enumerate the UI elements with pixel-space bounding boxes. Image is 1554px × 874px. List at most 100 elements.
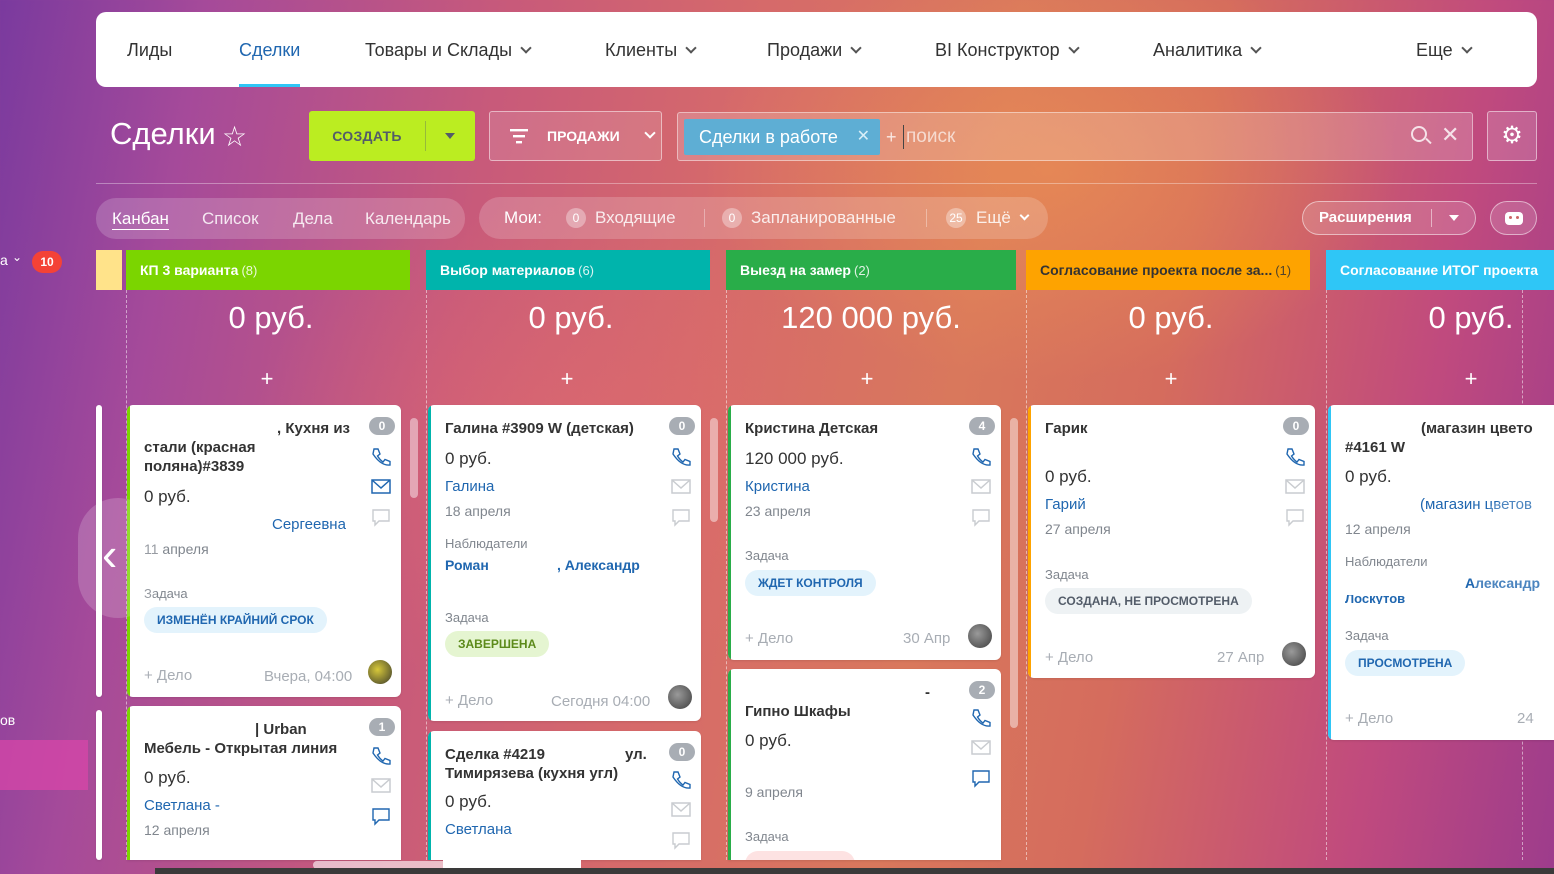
- nav-item-leads[interactable]: Лиды: [127, 12, 172, 87]
- chevron-down-icon[interactable]: ⌄: [12, 250, 22, 264]
- column-add-button[interactable]: +: [1326, 366, 1554, 392]
- nav-item-more[interactable]: Еще: [1416, 12, 1473, 87]
- deal-card-partial[interactable]: [96, 710, 102, 860]
- contact-link[interactable]: Галина: [445, 478, 494, 495]
- deal-title[interactable]: | Urban: [255, 720, 355, 739]
- phone-icon[interactable]: [370, 746, 392, 766]
- nav-item-analytics[interactable]: Аналитика: [1153, 12, 1262, 87]
- deal-title[interactable]: Тимирязева (кухня угл): [445, 764, 665, 783]
- task-status-badge[interactable]: ПРОСМОТРЕНА: [1345, 650, 1466, 676]
- phone-icon[interactable]: [670, 447, 692, 467]
- column-add-button[interactable]: +: [722, 366, 1012, 392]
- task-status-badge[interactable]: СОЗДАНА, НЕ ПРОСМОТРЕНА: [1045, 588, 1252, 614]
- mail-icon[interactable]: [970, 477, 992, 497]
- column-head-final[interactable]: Согласование ИТОГ проекта: [1326, 250, 1554, 290]
- sidebar-item-fragment[interactable]: a: [0, 252, 8, 268]
- task-status-badge[interactable]: ЖДЕТ КОНТРОЛЯ: [745, 570, 876, 596]
- avatar[interactable]: [668, 685, 692, 709]
- mail-icon[interactable]: [370, 477, 392, 497]
- nav-item-bi[interactable]: BI Конструктор: [935, 12, 1080, 87]
- phone-icon[interactable]: [370, 447, 392, 467]
- mail-icon[interactable]: [1284, 477, 1306, 497]
- mail-icon[interactable]: [670, 477, 692, 497]
- sidebar-active-item[interactable]: [0, 740, 88, 790]
- avatar[interactable]: [368, 660, 392, 684]
- column-scrollbar[interactable]: [410, 418, 418, 498]
- deal-title[interactable]: , Кухня из: [277, 419, 367, 438]
- sidebar-item-fragment-2[interactable]: ов: [0, 712, 15, 728]
- column-scrollbar[interactable]: [710, 418, 718, 522]
- nav-item-clients[interactable]: Клиенты: [605, 12, 697, 87]
- column-head-approval[interactable]: Согласование проекта после за... (1): [1026, 250, 1310, 290]
- nav-item-sales[interactable]: Продажи: [767, 12, 862, 87]
- incoming-filter[interactable]: Входящие: [595, 197, 676, 239]
- column-add-button[interactable]: +: [122, 366, 412, 392]
- add-activity-link[interactable]: + Дело: [1045, 649, 1093, 666]
- add-activity-link[interactable]: + Дело: [144, 667, 192, 684]
- nav-item-deals[interactable]: Сделки: [239, 12, 301, 87]
- watcher-link[interactable]: , Александр: [557, 557, 640, 573]
- watcher-link[interactable]: Лоскутов: [1345, 595, 1405, 604]
- filter-search-bar[interactable]: Сделки в работе ✕ + ✕: [677, 112, 1473, 161]
- avatar[interactable]: [1282, 642, 1306, 666]
- deal-card[interactable]: Гарик 0 0 руб. Гарий 27 апреля Задача СО…: [1028, 405, 1315, 678]
- contact-link[interactable]: Светлана: [445, 821, 512, 838]
- phone-icon[interactable]: [970, 708, 992, 728]
- phone-icon[interactable]: [670, 770, 692, 790]
- add-activity-link[interactable]: + Дело: [745, 630, 793, 647]
- phone-icon[interactable]: [970, 447, 992, 467]
- deal-title[interactable]: Сделка #4219: [445, 745, 575, 764]
- column-scrollbar[interactable]: [1010, 418, 1018, 728]
- column-head-prev[interactable]: [96, 250, 122, 290]
- mail-icon[interactable]: [970, 738, 992, 758]
- view-kanban[interactable]: Канбан: [112, 198, 169, 239]
- view-list[interactable]: Список: [202, 198, 259, 239]
- deal-title[interactable]: стали (красная поляна)#3839: [144, 438, 294, 476]
- deal-title[interactable]: ул.: [625, 745, 655, 764]
- chat-icon[interactable]: [670, 507, 692, 527]
- extensions-button[interactable]: Расширения: [1302, 201, 1476, 235]
- robots-button[interactable]: [1490, 201, 1537, 235]
- add-activity-link[interactable]: + Дело: [1345, 710, 1393, 727]
- task-status-badge[interactable]: [745, 851, 855, 860]
- deal-card[interactable]: Галина #3909 W (детская) 0 0 руб. Галина…: [428, 405, 701, 721]
- deal-title[interactable]: Мебель - Открытая линия: [144, 739, 374, 758]
- create-dropdown-icon[interactable]: [445, 133, 455, 139]
- column-head-measure[interactable]: Выезд на замер (2): [726, 250, 1016, 290]
- scroll-right-button[interactable]: ›: [1475, 498, 1554, 618]
- planned-filter[interactable]: Запланированные: [751, 197, 896, 239]
- search-input[interactable]: [906, 121, 1386, 153]
- mail-icon[interactable]: [370, 776, 392, 796]
- column-head-materials[interactable]: Выбор материалов (6): [426, 250, 710, 290]
- avatar[interactable]: [968, 624, 992, 648]
- column-add-button[interactable]: +: [1026, 366, 1316, 392]
- deal-card[interactable]: - Гипно Шкафы 2 0 руб. 9 апреля Задача: [728, 669, 1001, 860]
- view-calendar[interactable]: Календарь: [365, 198, 451, 239]
- chevron-down-icon[interactable]: [1449, 215, 1459, 221]
- chat-icon[interactable]: [970, 507, 992, 527]
- chat-icon[interactable]: [370, 507, 392, 527]
- chat-icon[interactable]: [1284, 507, 1306, 527]
- star-icon[interactable]: ☆: [222, 122, 247, 152]
- settings-button[interactable]: ⚙: [1487, 111, 1537, 161]
- create-button[interactable]: СОЗДАТЬ: [309, 111, 475, 161]
- add-activity-link[interactable]: + Дело: [445, 692, 493, 709]
- deal-card[interactable]: | Urban Мебель - Открытая линия 1 0 руб.…: [127, 706, 401, 860]
- contact-link[interactable]: Сергеевна: [272, 516, 346, 533]
- deal-card[interactable]: Сделка #4219 ул. Тимирязева (кухня угл) …: [428, 731, 701, 860]
- deal-title[interactable]: -: [925, 683, 955, 702]
- column-head-kp[interactable]: КП 3 варианта (8): [126, 250, 410, 290]
- deal-title[interactable]: (магазин цвето: [1421, 419, 1554, 438]
- search-icon[interactable]: [1411, 126, 1427, 142]
- funnel-select-button[interactable]: ПРОДАЖИ: [489, 111, 662, 161]
- deal-title[interactable]: Гарик: [1045, 419, 1255, 438]
- column-add-button[interactable]: +: [422, 366, 712, 392]
- deal-card[interactable]: , Кухня из стали (красная поляна)#3839 0…: [127, 405, 401, 697]
- view-activities[interactable]: Дела: [293, 198, 333, 239]
- close-icon[interactable]: ✕: [857, 119, 870, 155]
- deal-title[interactable]: #4161 W: [1345, 438, 1465, 457]
- deal-title[interactable]: Галина #3909 W (детская): [445, 419, 655, 438]
- contact-link[interactable]: Светлана -: [144, 797, 220, 814]
- watcher-link[interactable]: Роман: [445, 557, 489, 573]
- nav-item-goods[interactable]: Товары и Склады: [365, 12, 532, 87]
